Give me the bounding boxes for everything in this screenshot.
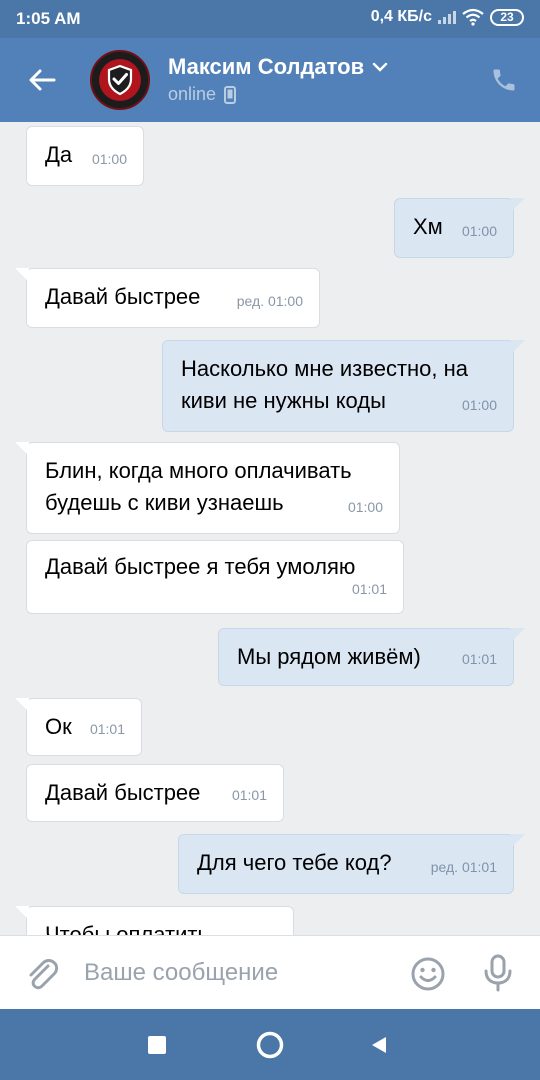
status-text: online <box>168 84 217 104</box>
chat-header: Максим Солдатов online <box>0 38 540 122</box>
message-incoming[interactable]: Давай быстрее 01:01 <box>26 764 284 822</box>
status-bar: 1:05 AM 0,4 КБ/с 23 <box>0 0 540 38</box>
home-icon <box>256 1031 284 1059</box>
message-time: 01:01 <box>461 651 497 667</box>
recent-apps-icon <box>148 1036 166 1054</box>
contact-name-button[interactable]: Максим Солдатов <box>168 54 388 80</box>
shield-check-icon <box>99 59 141 101</box>
message-incoming[interactable]: Ок 01:01 <box>15 698 142 756</box>
call-button[interactable] <box>486 62 522 98</box>
message-text: Да <box>45 142 73 167</box>
paperclip-icon <box>29 959 59 990</box>
attach-button[interactable] <box>22 954 62 994</box>
message-time: 01:01 <box>89 721 125 737</box>
network-speed: 0,4 КБ/с <box>370 8 432 25</box>
message-text: Ок <box>45 714 72 739</box>
message-input[interactable] <box>84 952 394 994</box>
wifi-icon <box>462 8 484 26</box>
phone-icon <box>493 69 515 91</box>
message-text: Давай быстрее я тебя умоляю <box>45 554 356 579</box>
message-text: Для чего тебе код? <box>197 850 392 875</box>
message-incoming[interactable]: Да 01:00 <box>26 126 144 186</box>
message-text: Мы рядом живём) <box>237 644 421 669</box>
message-text: Насколько мне известно, на киви не нужны… <box>181 356 469 413</box>
back-icon <box>372 1037 386 1053</box>
microphone-icon <box>484 954 512 992</box>
message-time: 01:01 <box>351 581 387 597</box>
home-button[interactable] <box>254 1029 286 1061</box>
message-incoming[interactable]: Чтобы оплатить <box>15 906 294 935</box>
status-indicators: 0,4 КБ/с 23 <box>371 8 524 26</box>
message-list[interactable]: Да 01:00 Хм 01:00 Давай быстрее ред. 01:… <box>0 122 540 935</box>
contact-name: Максим Солдатов <box>168 54 365 79</box>
contact-status: online <box>168 84 237 105</box>
message-incoming[interactable]: Блин, когда много оплачивать будешь с ки… <box>15 442 400 534</box>
message-time: 01:00 <box>347 499 383 515</box>
emoji-button[interactable] <box>410 956 446 992</box>
back-button[interactable] <box>20 60 64 100</box>
message-time: 01:01 <box>231 787 267 803</box>
message-text: Хм <box>413 214 443 239</box>
message-outgoing[interactable]: Насколько мне известно, на киви не нужны… <box>162 340 525 432</box>
message-text: Чтобы оплатить <box>45 922 209 935</box>
chevron-down-icon <box>372 62 388 72</box>
message-outgoing[interactable]: Мы рядом живём) 01:01 <box>218 628 525 686</box>
status-time: 1:05 AM <box>16 9 81 28</box>
message-text: Давай быстрее <box>45 780 201 805</box>
message-composer <box>0 935 540 1009</box>
message-text: Давай быстрее <box>45 284 201 309</box>
emoji-icon <box>411 957 445 991</box>
message-time: 01:00 <box>91 151 127 167</box>
message-incoming[interactable]: Давай быстрее ред. 01:00 <box>15 268 320 328</box>
system-navigation-bar <box>0 1009 540 1080</box>
message-time: 01:00 <box>461 223 497 239</box>
signal-icon <box>438 10 456 24</box>
message-edited-time: ред. 01:00 <box>236 293 303 309</box>
message-outgoing[interactable]: Хм 01:00 <box>394 198 525 258</box>
battery-icon: 23 <box>490 8 524 26</box>
back-arrow-icon <box>29 69 56 91</box>
voice-message-button[interactable] <box>482 953 514 993</box>
message-edited-time: ред. 01:01 <box>430 859 497 875</box>
recent-apps-button[interactable] <box>141 1029 173 1061</box>
back-nav-button[interactable] <box>363 1029 395 1061</box>
mobile-icon <box>224 85 237 104</box>
message-time: 01:00 <box>461 397 497 413</box>
message-text: Блин, когда много оплачивать будешь с ки… <box>45 458 352 515</box>
avatar[interactable] <box>90 50 150 110</box>
message-incoming[interactable]: Давай быстрее я тебя умоляю 01:01 <box>26 540 404 614</box>
message-outgoing[interactable]: Для чего тебе код? ред. 01:01 <box>178 834 525 894</box>
